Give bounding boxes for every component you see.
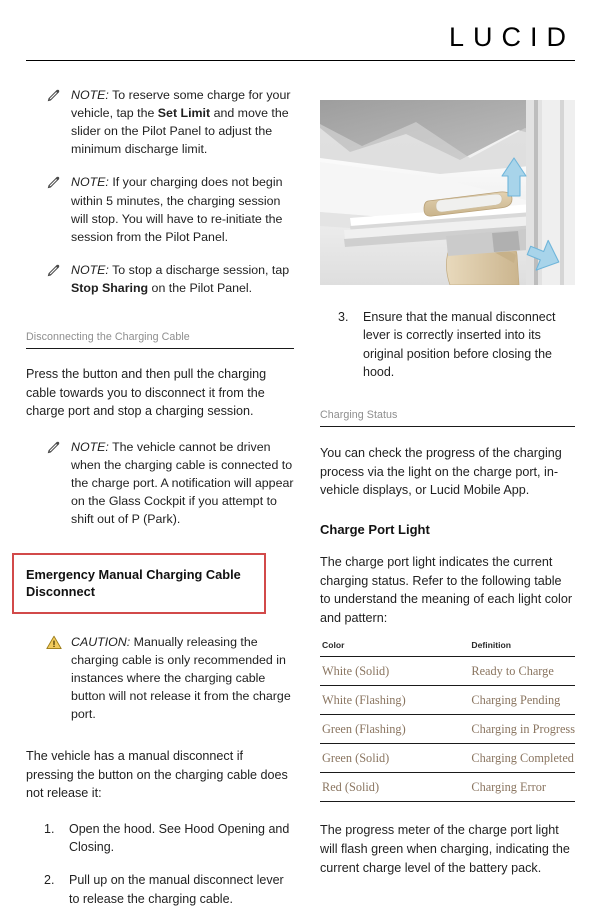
note-callout: NOTE: If your charging does not begin wi… xyxy=(26,173,294,245)
table-row: Green (Solid) Charging Completed xyxy=(320,743,575,774)
list-item: 1. Open the hood. See Hood Opening and C… xyxy=(44,820,294,857)
step-text: Pull up on the manual disconnect lever t… xyxy=(69,873,284,906)
note-text: NOTE: To stop a discharge session, tap S… xyxy=(71,261,294,297)
note-seg-bold: Set Limit xyxy=(157,106,211,121)
cell-color: Green (Solid) xyxy=(320,743,462,774)
cell-definition: Charging Completed xyxy=(461,743,575,774)
cell-definition: Ready to Charge xyxy=(461,656,575,687)
page-header: LUCID xyxy=(0,0,599,72)
pencil-icon xyxy=(46,261,62,297)
note-lead: NOTE: xyxy=(71,439,109,454)
page-content: NOTE: To reserve some charge for your ve… xyxy=(0,78,599,920)
step-text: Open the hood. See Hood Opening and Clos… xyxy=(69,821,290,855)
note-text: NOTE: The vehicle cannot be driven when … xyxy=(71,438,294,529)
note-lead: NOTE: xyxy=(71,262,109,277)
table-header-row: Color Definition xyxy=(320,640,575,658)
cell-color: White (Flashing) xyxy=(320,685,462,716)
warning-triangle-icon xyxy=(46,633,62,724)
boxed-heading-label: Emergency Manual Charging Cable Disconne… xyxy=(26,566,241,599)
table-row: White (Solid) Ready to Charge xyxy=(320,656,575,687)
sub-heading-charge-port-light: Charge Port Light xyxy=(320,521,430,537)
section-heading-charging-status: Charging Status xyxy=(320,409,575,427)
paragraph-disconnect-instructions: Press the button and then pull the charg… xyxy=(26,367,267,419)
cell-color: Green (Flashing) xyxy=(320,714,462,745)
table-row: White (Flashing) Charging Pending xyxy=(320,685,575,716)
caution-callout: CAUTION: Manually releasing the charging… xyxy=(26,633,294,724)
column-header-color: Color xyxy=(320,640,462,658)
cell-color: White (Solid) xyxy=(320,656,462,687)
step-number: 2. xyxy=(44,873,55,888)
charge-port-light-table: Color Definition White (Solid) Ready to … xyxy=(320,640,575,803)
left-column: NOTE: To reserve some charge for your ve… xyxy=(12,78,294,908)
note-lead: NOTE: xyxy=(71,175,109,190)
note-seg-bold: Stop Sharing xyxy=(71,280,149,295)
paragraph-charging-status: You can check the progress of the chargi… xyxy=(320,446,562,498)
note-lead: NOTE: xyxy=(71,88,109,102)
note-seg: To stop a discharge session, tap xyxy=(108,262,290,277)
paragraph-charge-port-light: The charge port light indicates the curr… xyxy=(320,554,573,625)
step-text: Ensure that the manual disconnect lever … xyxy=(363,310,556,379)
note-text: NOTE: To reserve some charge for your ve… xyxy=(71,86,294,158)
note-seg: on the Pilot Panel. xyxy=(148,280,253,295)
cell-definition: Charging Error xyxy=(461,772,575,803)
header-divider xyxy=(26,60,575,61)
manual-disconnect-lever-illustration xyxy=(320,100,575,285)
cell-definition: Charging in Progress xyxy=(461,714,575,745)
cell-color: Red (Solid) xyxy=(320,772,462,803)
caution-lead: CAUTION: xyxy=(71,634,131,649)
manual-disconnect-steps: 1. Open the hood. See Hood Opening and C… xyxy=(26,820,294,908)
pencil-icon xyxy=(46,173,62,245)
emergency-disconnect-heading-box: Emergency Manual Charging Cable Disconne… xyxy=(12,552,266,614)
list-item: 3. Ensure that the manual disconnect lev… xyxy=(338,308,575,381)
pencil-icon xyxy=(46,438,62,529)
right-column: 3. Ensure that the manual disconnect lev… xyxy=(320,78,575,877)
table-row: Red (Solid) Charging Error xyxy=(320,772,575,803)
note-callout: NOTE: To stop a discharge session, tap S… xyxy=(26,261,294,297)
pencil-icon xyxy=(46,86,62,158)
manual-disconnect-steps-continued: 3. Ensure that the manual disconnect lev… xyxy=(320,308,575,381)
step-number: 3. xyxy=(338,310,349,324)
section-heading-disconnecting-cable: Disconnecting the Charging Cable xyxy=(26,331,294,350)
lucid-logo: LUCID xyxy=(448,22,575,52)
caution-text: CAUTION: Manually releasing the charging… xyxy=(71,633,294,724)
cell-definition: Charging Pending xyxy=(461,685,575,716)
note-text: NOTE: If your charging does not begin wi… xyxy=(71,173,294,245)
list-item: 2. Pull up on the manual disconnect leve… xyxy=(44,871,294,908)
step-number: 1. xyxy=(44,821,55,836)
table-row: Green (Flashing) Charging in Progress xyxy=(320,714,575,745)
column-header-definition: Definition xyxy=(461,640,575,658)
paragraph-manual-disconnect-intro: The vehicle has a manual disconnect if p… xyxy=(26,749,288,801)
note-callout: NOTE: The vehicle cannot be driven when … xyxy=(26,438,294,529)
paragraph-progress-meter: The progress meter of the charge port li… xyxy=(320,823,570,875)
note-callout: NOTE: To reserve some charge for your ve… xyxy=(26,86,294,158)
